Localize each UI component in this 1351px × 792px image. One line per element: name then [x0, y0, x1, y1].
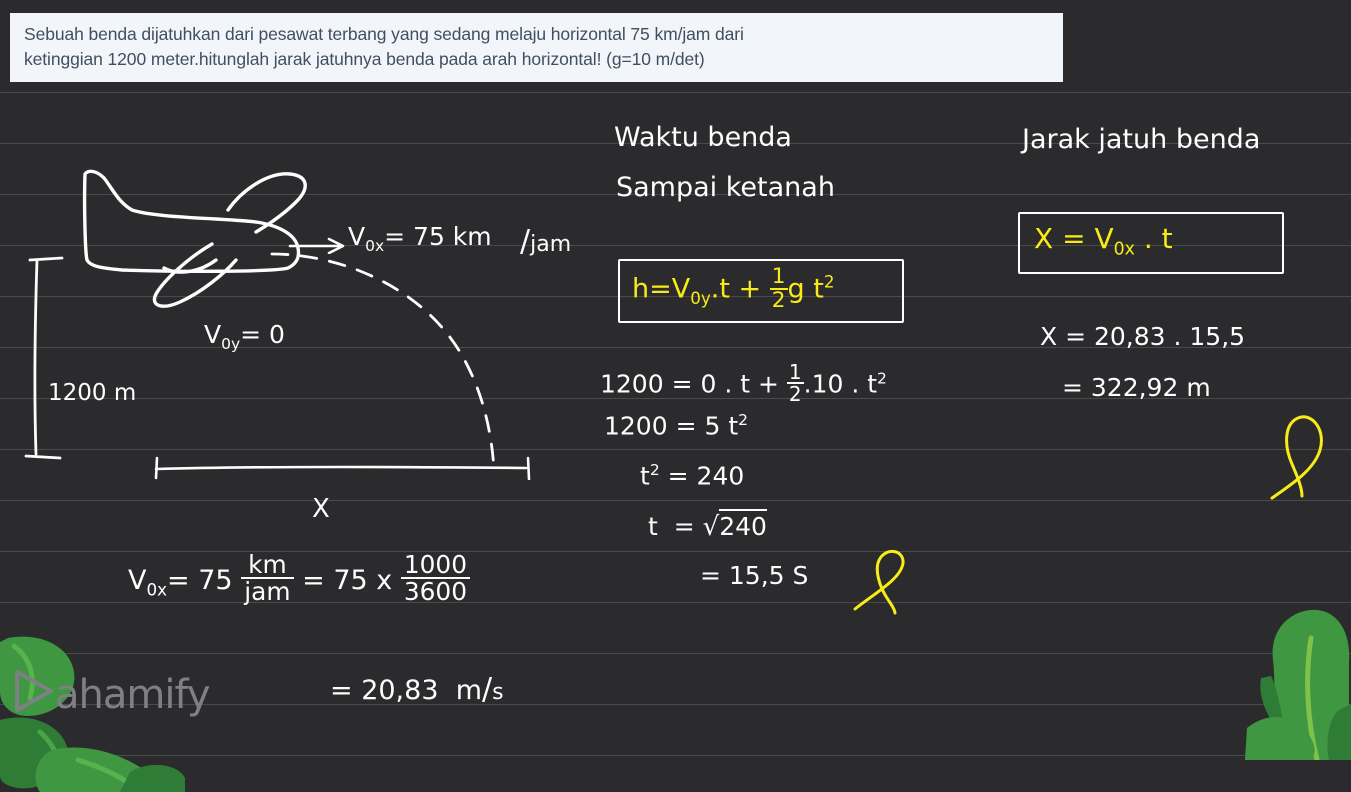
handwriting-layer: V0x= 75 km /jam V0y= 0 1200 m X Waktu be… [0, 0, 1351, 760]
distance-bracket [154, 456, 531, 480]
heading-time-line1: Waktu benda [614, 122, 792, 153]
velocity-result: = 20,83 m/s [330, 672, 504, 707]
trajectory-dashed-curve [270, 252, 496, 472]
formula-x: X = V0x . t [1034, 222, 1173, 260]
step-1: 1200 = 0 . t + 1 2.10 . t2 [600, 360, 887, 406]
yellow-loop-flourish-icon [1270, 415, 1323, 500]
thirtysixhundred-denominator: 3600 [403, 577, 468, 607]
label-v0y: V0y= 0 [204, 320, 285, 353]
velocity-conversion-line: V0x= 75 km jam = 75 x 1000 3600 [128, 552, 471, 607]
step-3: t2 = 240 [640, 461, 745, 491]
label-distance-x: X [312, 494, 330, 524]
heading-time-line2: Sampai ketanah [616, 172, 835, 203]
jam-denominator: jam [244, 577, 291, 607]
formula-h: h=V0y.t + 12g t2 [632, 264, 835, 313]
step-5: = 15,5 S [700, 561, 809, 590]
step-2: 1200 = 5 t2 [604, 411, 749, 441]
distance-step-1: X = 20,83 . 15,5 [1040, 322, 1246, 351]
pahamify-wordmark: ahamify [55, 672, 211, 718]
pahamify-branding: ahamify [15, 670, 211, 718]
heading-distance: Jarak jatuh benda [1022, 124, 1261, 155]
label-height: 1200 m [48, 380, 137, 406]
yellow-pen-flourish-icon [853, 549, 905, 615]
thousand-numerator: 1000 [400, 552, 471, 580]
height-bracket [24, 256, 64, 460]
play-triangle-logo-icon [15, 670, 53, 712]
step-4: t = √240 [648, 509, 767, 542]
distance-step-2: = 322,92 m [1062, 373, 1211, 402]
km-numerator: km [241, 552, 294, 580]
